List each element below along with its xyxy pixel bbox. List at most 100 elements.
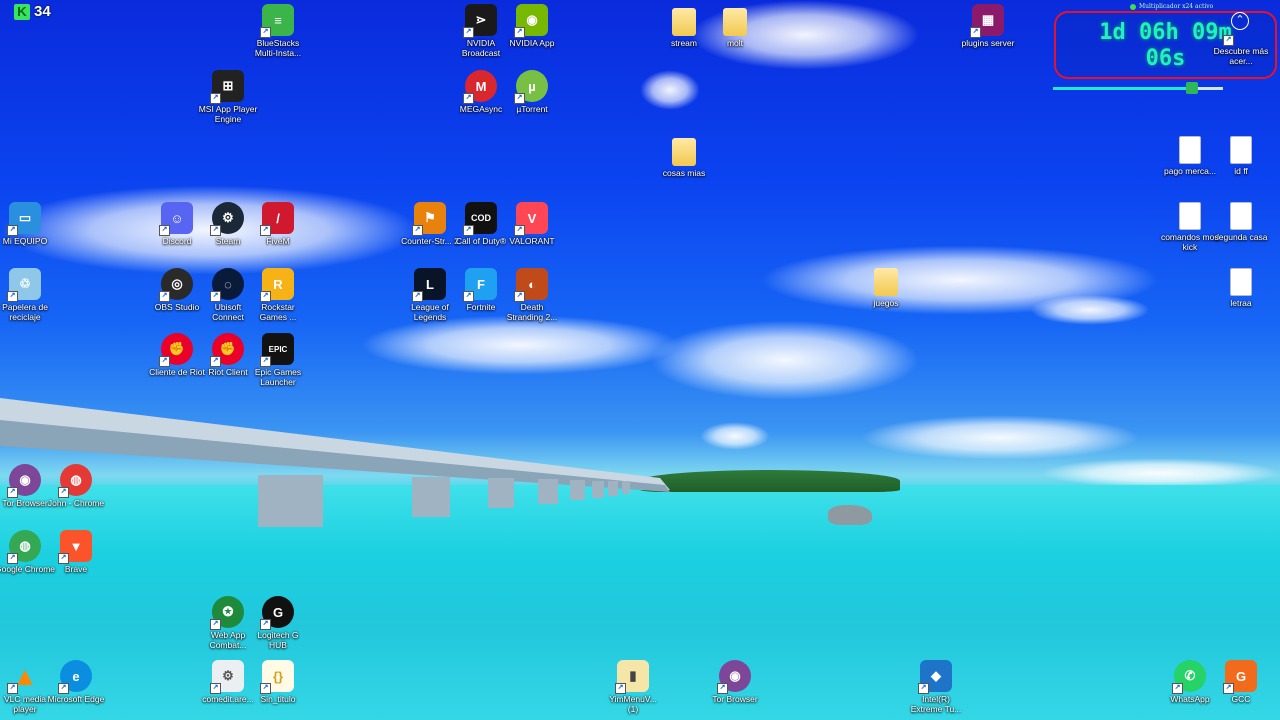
shortcut-label: Death Stranding 2... — [506, 302, 558, 322]
desktop-shortcut-juegos[interactable]: juegos — [856, 268, 916, 308]
desktop-shortcut-rockstar[interactable]: R ↗ Rockstar Games ... — [248, 268, 308, 322]
utorrent-icon: µ ↗ — [514, 70, 548, 104]
desktop-shortcut-utorrent[interactable]: µ ↗ µTorrent — [502, 70, 562, 114]
shortcut-arrow-icon: ↗ — [260, 27, 271, 38]
riot-client-icon: ✊ ↗ — [210, 333, 244, 367]
desktop-shortcut-plugins[interactable]: ▦ ↗ plugins server — [958, 4, 1018, 48]
vlc-icon: ▲ ↗ — [7, 660, 41, 694]
shortcut-arrow-icon: ↗ — [412, 225, 423, 236]
text-file-icon — [1179, 136, 1201, 164]
shortcut-label: Papelera de reciclaje — [2, 302, 48, 322]
shortcut-arrow-icon: ↗ — [918, 683, 929, 694]
recycle-bin-icon: ♲ ↗ — [7, 268, 41, 302]
shortcut-arrow-icon: ↗ — [463, 291, 474, 302]
computer-icon: ▭ ↗ — [7, 202, 41, 236]
collapse-widget-button[interactable]: ⌃ — [1231, 12, 1249, 30]
desktop-shortcut-sintitulo[interactable]: {} ↗ Sin_titulo — [248, 660, 308, 704]
desktop-shortcut-brave[interactable]: ▼ ↗ Brave — [46, 530, 106, 574]
desktop-shortcut-idff[interactable]: id ff — [1211, 136, 1271, 176]
shortcut-arrow-icon: ↗ — [159, 356, 170, 367]
shortcut-arrow-icon: ↗ — [1223, 683, 1234, 694]
shortcut-arrow-icon: ↗ — [514, 27, 525, 38]
shortcut-label: segunda casa — [1214, 232, 1268, 242]
call-of-duty-icon: COD ↗ — [463, 202, 497, 236]
progress-knob-icon — [1186, 82, 1199, 94]
counter-strike-icon: ⚑ ↗ — [412, 202, 446, 236]
shortcut-arrow-icon: ↗ — [1172, 683, 1183, 694]
shortcut-arrow-icon: ↗ — [463, 27, 474, 38]
gcc-icon: G ↗ — [1223, 660, 1257, 694]
shortcut-label: cosas mias — [662, 168, 706, 178]
shortcut-arrow-icon: ↗ — [159, 225, 170, 236]
desktop-shortcut-logitech[interactable]: G ↗ Logitech G HUB — [248, 596, 308, 650]
folder-icon — [723, 8, 747, 36]
epic-games-icon: EPIC ↗ — [260, 333, 294, 367]
shortcut-arrow-icon: ↗ — [159, 291, 170, 302]
text-file-icon — [1230, 136, 1252, 164]
desktop-shortcut-papelera[interactable]: ♲ ↗ Papelera de reciclaje — [0, 268, 55, 322]
kick-count: 34 — [34, 3, 51, 20]
multiplier-label: Multiplicador x24 activo — [1139, 3, 1214, 10]
web-app-icon: ✪ ↗ — [210, 596, 244, 630]
desktop-shortcut-torbrowser2[interactable]: ◉ ↗ Tor Browser — [705, 660, 765, 704]
kick-counter-badge[interactable]: K 34 — [14, 3, 51, 20]
shortcut-arrow-icon: ↗ — [210, 225, 221, 236]
desktop-shortcut-deathstranding[interactable]: ◐ ↗ Death Stranding 2... — [502, 268, 562, 322]
desktop-shortcut-msi[interactable]: ⊞ ↗ MSI App Player Engine — [198, 70, 258, 124]
shortcut-label: plugins server — [961, 38, 1015, 48]
shortcut-arrow-icon: ↗ — [7, 487, 18, 498]
folder-icon — [874, 268, 898, 296]
nvidia-broadcast-icon: ⋗ ↗ — [463, 4, 497, 38]
shortcut-label: BlueStacks Multi-Insta... — [254, 38, 302, 58]
desktop-shortcut-segunda[interactable]: segunda casa — [1211, 202, 1271, 242]
shortcut-arrow-icon: ↗ — [210, 356, 221, 367]
desktop-shortcut-bluestacks[interactable]: ≡ ↗ BlueStacks Multi-Insta... — [248, 4, 308, 58]
desktop-shortcut-intel[interactable]: ◆ ↗ Intel(R) Extreme Tu... — [906, 660, 966, 714]
valorant-icon: V ↗ — [514, 202, 548, 236]
desktop-shortcut-letraa[interactable]: letraa — [1211, 268, 1271, 308]
shortcut-arrow-icon: ↗ — [260, 356, 271, 367]
shortcut-label: Sin_titulo — [260, 694, 296, 704]
countdown-progress-bar — [1053, 82, 1223, 94]
whatsapp-icon: ✆ ↗ — [1172, 660, 1206, 694]
progress-fill — [1053, 87, 1193, 90]
shortcut-label: Intel(R) Extreme Tu... — [910, 694, 962, 714]
status-dot-icon — [1130, 3, 1136, 10]
text-file-icon — [1230, 202, 1252, 230]
shortcut-label: Tor Browser — [712, 694, 758, 704]
fivem-icon: / ↗ — [260, 202, 294, 236]
shortcut-arrow-icon: ↗ — [1223, 35, 1234, 46]
shortcut-label: Brave — [64, 564, 88, 574]
shortcut-label: Mi EQUIPO — [2, 236, 48, 246]
shortcut-label: VALORANT — [509, 236, 555, 246]
shortcut-label: FiveM — [266, 236, 290, 246]
desktop-shortcut-fivem[interactable]: / ↗ FiveM — [248, 202, 308, 246]
nvidia-app-icon: ◉ ↗ — [514, 4, 548, 38]
winrar-archive-icon: ▦ ↗ — [970, 4, 1004, 38]
ubisoft-icon: ◌ ↗ — [210, 268, 244, 302]
shortcut-label: GCC — [1231, 694, 1251, 704]
desktop-shortcut-valorant[interactable]: V ↗ VALORANT — [502, 202, 562, 246]
brave-icon: ▼ ↗ — [58, 530, 92, 564]
riot-client-icon: ✊ ↗ — [159, 333, 193, 367]
desktop-shortcut-molt[interactable]: molt — [705, 8, 765, 48]
desktop-shortcut-johnchrome[interactable]: ◍ ↗ John - Chrome — [46, 464, 106, 508]
desktop-shortcut-miequipo[interactable]: ▭ ↗ Mi EQUIPO — [0, 202, 55, 246]
shortcut-arrow-icon: ↗ — [717, 683, 728, 694]
desktop-shortcut-epic[interactable]: EPIC ↗ Epic Games Launcher — [248, 333, 308, 387]
desktop-shortcut-nvapp[interactable]: ◉ ↗ NVIDIA App — [502, 4, 562, 48]
shortcut-arrow-icon: ↗ — [210, 619, 221, 630]
shortcut-arrow-icon: ↗ — [970, 27, 981, 38]
steam-icon: ⚙ ↗ — [210, 202, 244, 236]
death-stranding-icon: ◐ ↗ — [514, 268, 548, 302]
chrome-profile-icon: ◍ ↗ — [58, 464, 92, 498]
shortcut-label: Microsoft Edge — [47, 694, 105, 704]
desktop-shortcut-edge[interactable]: e ↗ Microsoft Edge — [46, 660, 106, 704]
desktop-shortcut-gcc[interactable]: G ↗ GCC — [1211, 660, 1271, 704]
text-file-icon — [1179, 202, 1201, 230]
desktop-shortcut-ymm[interactable]: ▮ ↗ YimMenuV... (1) — [603, 660, 663, 714]
shortcut-label: YimMenuV... (1) — [609, 694, 657, 714]
shortcut-label: Descubre más acer... — [1213, 46, 1269, 66]
intel-xtu-icon: ◆ ↗ — [918, 660, 952, 694]
desktop-shortcut-cosas[interactable]: cosas mias — [654, 138, 714, 178]
